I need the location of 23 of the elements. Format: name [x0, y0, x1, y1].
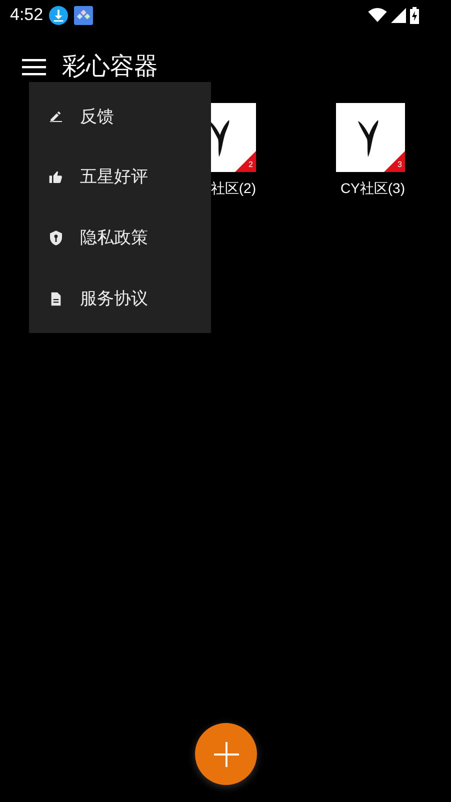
app-label[interactable]: CY社区(3) [340, 178, 405, 199]
wifi-icon [368, 8, 387, 22]
battery-charging-icon [410, 6, 419, 24]
menu-item[interactable]: 服务协议 [29, 270, 211, 327]
app-title: 彩心容器 [62, 52, 158, 82]
thumbs-up-icon [48, 169, 64, 186]
add-button[interactable] [195, 723, 257, 785]
app-icon[interactable]: 3 [336, 103, 405, 172]
signal-icon [391, 8, 406, 22]
clock-time: 4:52 [10, 4, 44, 26]
plus-icon [214, 742, 238, 766]
app-label[interactable]: 社区(2) [210, 178, 256, 199]
menu-icon[interactable] [22, 58, 46, 76]
corner-ribbon [235, 151, 256, 172]
brush-stroke-icon [358, 120, 378, 157]
download-icon [49, 6, 68, 24]
corner-ribbon [384, 151, 405, 172]
badge-number: 3 [398, 161, 402, 169]
app-notification-icon [74, 6, 94, 24]
brush-stroke-icon [209, 120, 230, 157]
badge-number: 2 [248, 161, 253, 169]
menu-item[interactable]: 隐私政策 [29, 210, 211, 266]
shield-key-icon [48, 230, 64, 246]
